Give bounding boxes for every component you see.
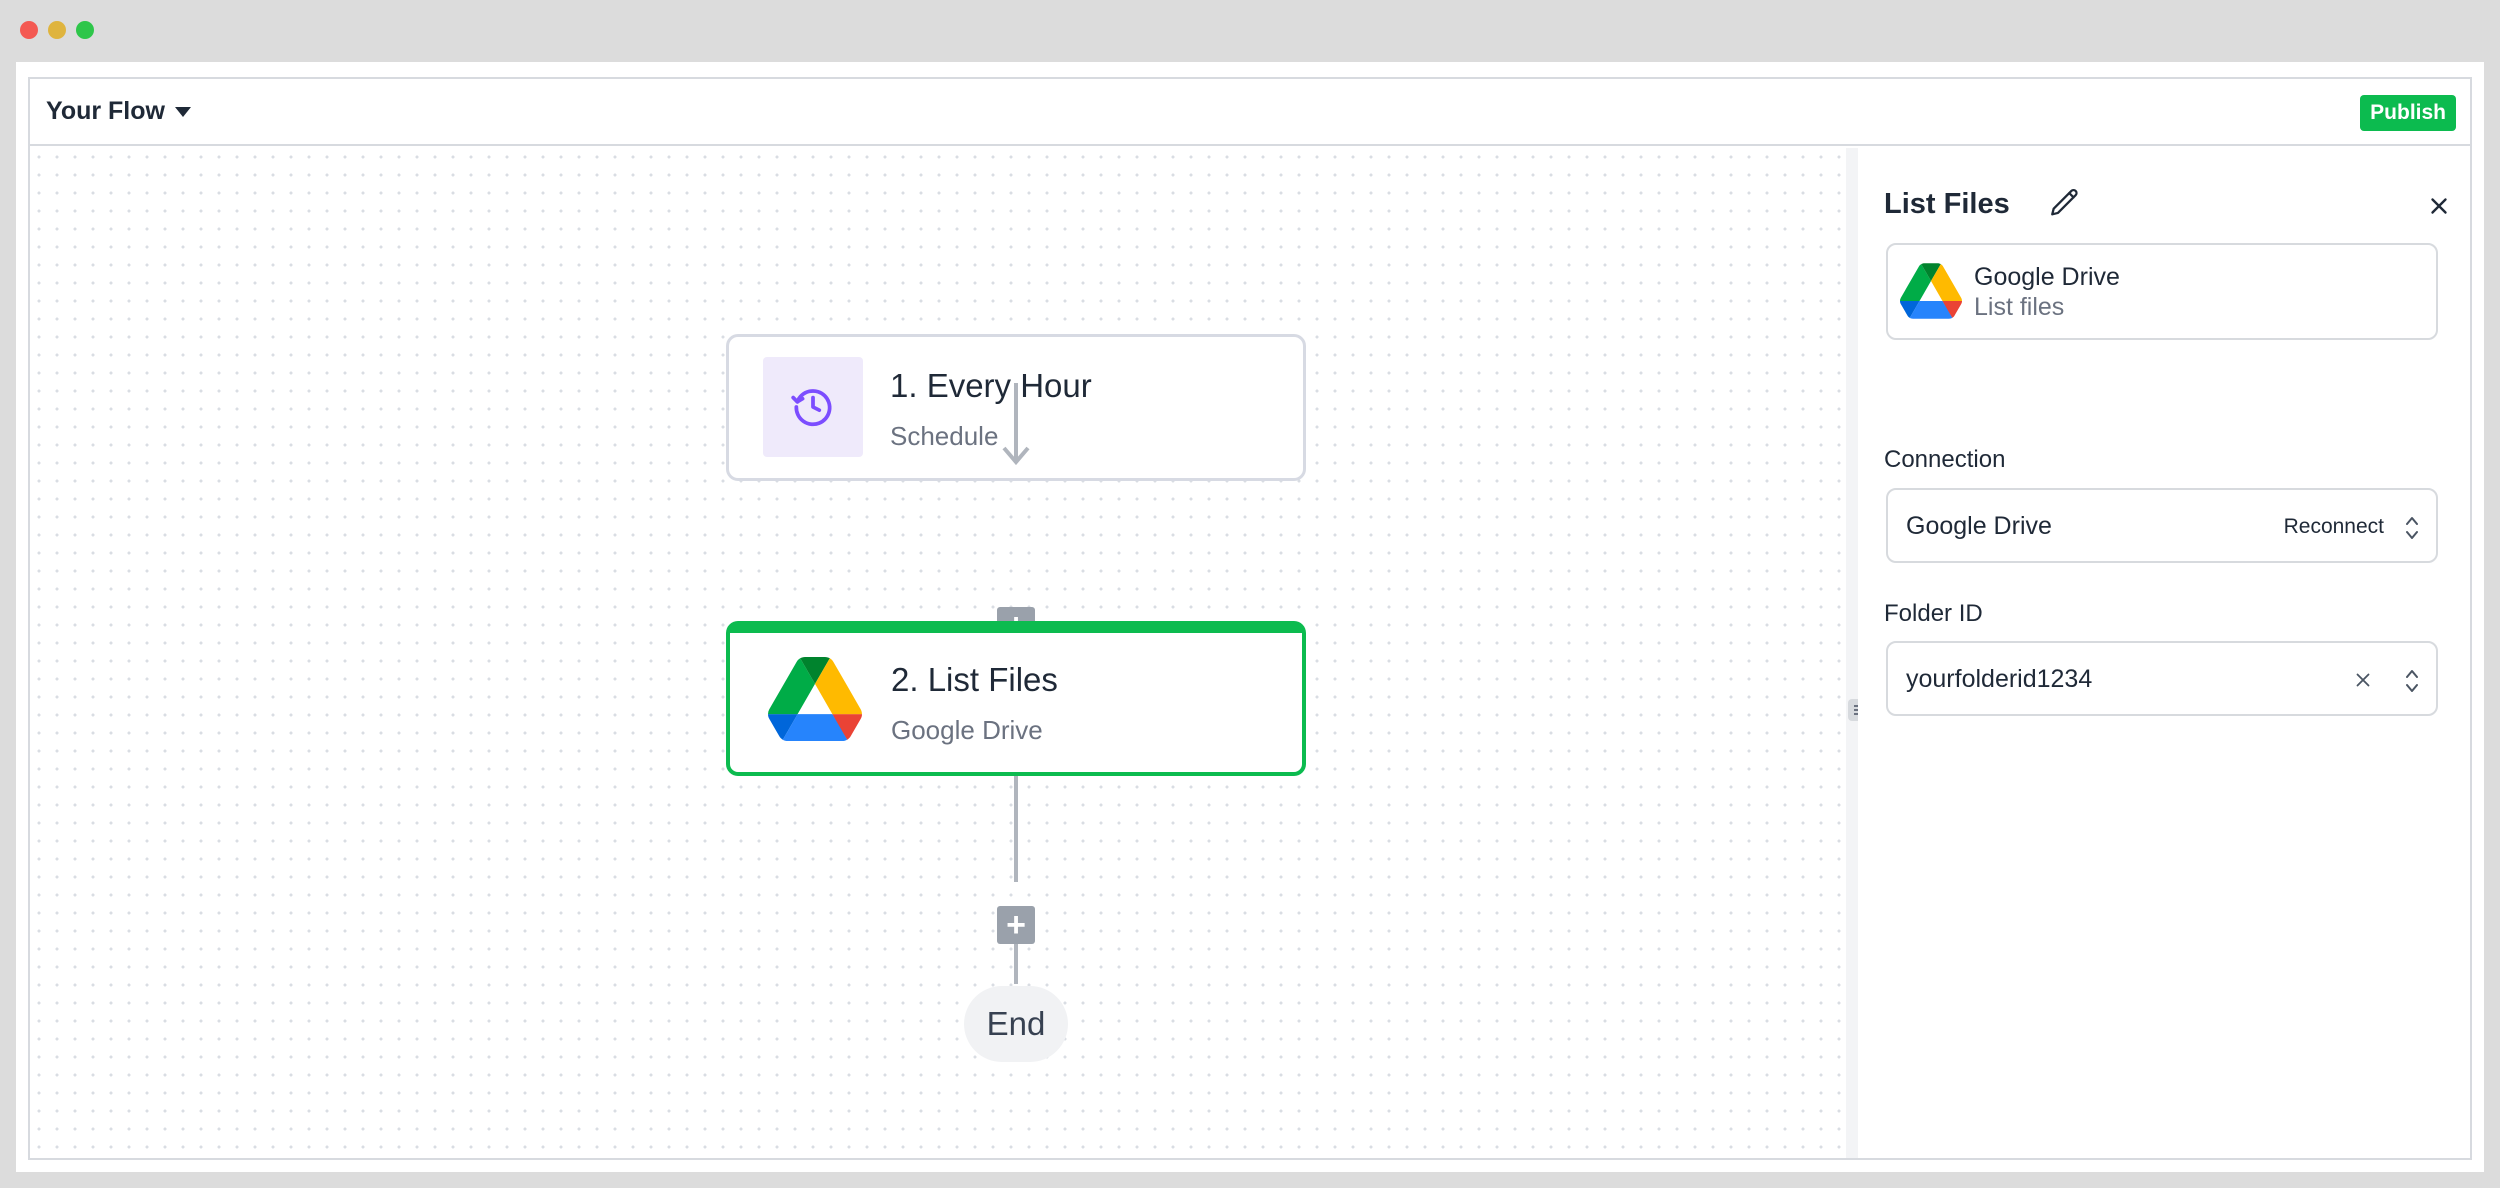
window-close-button[interactable] bbox=[20, 21, 38, 39]
app-action: List files bbox=[1974, 293, 2065, 321]
edit-title-icon[interactable] bbox=[2048, 186, 2084, 222]
panel-title: List Files bbox=[1884, 188, 2010, 220]
connection-select[interactable]: Google Drive Reconnect bbox=[1886, 488, 2438, 563]
google-drive-icon bbox=[768, 655, 862, 743]
clock-schedule-icon bbox=[763, 357, 863, 457]
window-minimize-button[interactable] bbox=[48, 21, 66, 39]
folder-id-value: yourfolderid1234 bbox=[1906, 665, 2093, 693]
flow-editor: Your Flow Publish 1. Every Hour Schedule… bbox=[28, 77, 2472, 1160]
app-name: Google Drive bbox=[1974, 263, 2120, 291]
step-title: 1. Every Hour bbox=[890, 367, 1092, 404]
window-titlebar bbox=[0, 0, 2500, 62]
flow-name: Your Flow bbox=[46, 97, 165, 125]
panel-splitter[interactable] bbox=[1846, 148, 1858, 1158]
add-step-button[interactable]: + bbox=[997, 906, 1035, 944]
connection-value: Google Drive bbox=[1906, 512, 2052, 540]
step-settings-panel: List Files Google Drive List files Conne… bbox=[1858, 148, 2470, 1158]
close-panel-icon[interactable] bbox=[2426, 193, 2454, 221]
folder-id-label: Folder ID bbox=[1884, 600, 1983, 627]
chevron-up-down-icon bbox=[2404, 667, 2420, 695]
publish-button[interactable]: Publish bbox=[2360, 95, 2456, 131]
flow-canvas[interactable]: 1. Every Hour Schedule + 2. List Files G… bbox=[30, 148, 1846, 1158]
arrow-down-icon bbox=[1002, 446, 1030, 466]
top-bar: Your Flow Publish bbox=[30, 79, 2470, 146]
connector-line bbox=[1014, 944, 1018, 984]
window-maximize-button[interactable] bbox=[76, 21, 94, 39]
google-drive-icon bbox=[1900, 263, 1962, 319]
folder-id-select[interactable]: yourfolderid1234 bbox=[1886, 641, 2438, 716]
flow-name-dropdown[interactable]: Your Flow bbox=[46, 97, 191, 126]
connection-label: Connection bbox=[1884, 446, 2006, 473]
clear-icon[interactable] bbox=[2352, 669, 2374, 691]
end-node: End bbox=[964, 986, 1068, 1062]
step-subtitle: Schedule bbox=[890, 421, 999, 451]
step-title: 2. List Files bbox=[891, 661, 1058, 698]
chevron-up-down-icon bbox=[2404, 514, 2420, 542]
step-subtitle: Google Drive bbox=[891, 715, 1043, 745]
app-summary-card: Google Drive List files bbox=[1886, 243, 2438, 340]
flow-step-2[interactable]: 2. List Files Google Drive bbox=[726, 621, 1306, 776]
connector-line bbox=[1014, 776, 1018, 882]
reconnect-button[interactable]: Reconnect bbox=[2284, 515, 2384, 539]
caret-down-icon bbox=[174, 106, 191, 117]
